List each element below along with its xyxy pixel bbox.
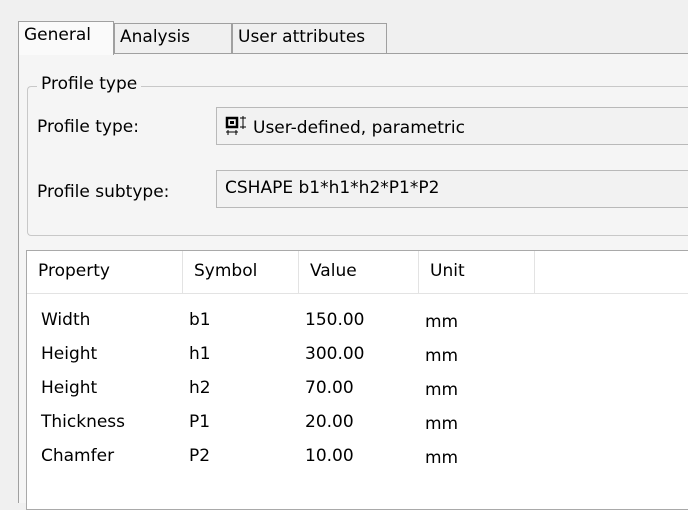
- cell-symbol: h2: [189, 378, 211, 398]
- cell-value[interactable]: 300.00: [305, 344, 364, 364]
- cell-unit: mm: [425, 414, 459, 434]
- column-header-symbol[interactable]: Symbol: [183, 251, 299, 293]
- cell-unit: mm: [425, 346, 459, 366]
- profile-type-combo[interactable]: User-defined, parametric: [216, 107, 688, 145]
- profile-type-value: User-defined, parametric: [253, 118, 465, 138]
- profile-subtype-combo[interactable]: CSHAPE b1*h1*h2*P1*P2: [216, 170, 688, 208]
- table-header: Property Symbol Value Unit: [27, 251, 688, 294]
- parametric-profile-icon: [225, 115, 249, 142]
- cell-unit: mm: [425, 380, 459, 400]
- tab-analysis[interactable]: Analysis: [114, 23, 232, 53]
- profile-subtype-label: Profile subtype:: [37, 182, 170, 202]
- cell-property: Chamfer: [41, 446, 115, 466]
- cell-property: Height: [41, 378, 98, 398]
- cell-property: Thickness: [41, 412, 126, 432]
- cell-unit: mm: [425, 312, 459, 332]
- cell-unit: mm: [425, 448, 459, 468]
- cell-value[interactable]: 150.00: [305, 310, 364, 330]
- cell-value[interactable]: 20.00: [305, 412, 354, 432]
- profile-type-group-legend: Profile type: [37, 72, 142, 94]
- tab-user-attributes[interactable]: User attributes: [232, 23, 387, 53]
- cell-property: Width: [41, 310, 91, 330]
- column-header-unit[interactable]: Unit: [419, 251, 535, 293]
- cell-symbol: P1: [189, 412, 211, 432]
- profile-subtype-value: CSHAPE b1*h1*h2*P1*P2: [225, 178, 440, 198]
- cell-property: Height: [41, 344, 98, 364]
- parameters-table: Property Symbol Value Unit Width b1 150.…: [26, 250, 688, 510]
- tab-general[interactable]: General: [18, 21, 114, 55]
- cell-symbol: h1: [189, 344, 211, 364]
- cell-value[interactable]: 10.00: [305, 446, 354, 466]
- cell-value[interactable]: 70.00: [305, 378, 354, 398]
- cell-symbol: P2: [189, 446, 211, 466]
- profile-type-label: Profile type:: [37, 117, 139, 137]
- cell-symbol: b1: [189, 310, 211, 330]
- column-header-property[interactable]: Property: [27, 251, 183, 293]
- column-header-value[interactable]: Value: [299, 251, 419, 293]
